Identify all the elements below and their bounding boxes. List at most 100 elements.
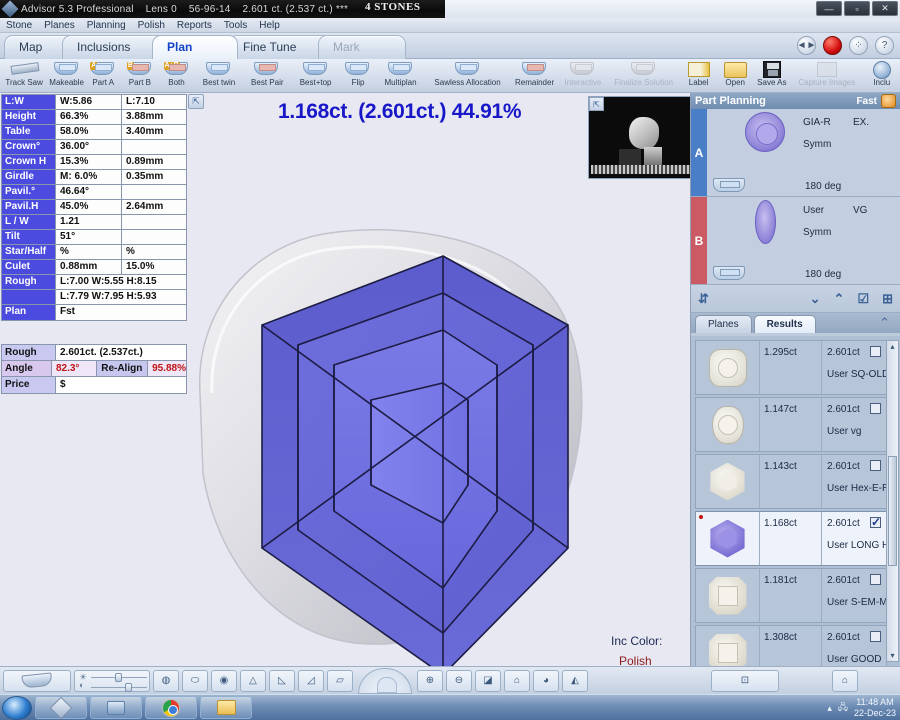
result-checkbox[interactable]	[870, 460, 881, 471]
menu-planes[interactable]: Planes	[44, 20, 75, 31]
no-entry-icon[interactable]	[881, 94, 896, 108]
toolbar-part-b[interactable]: B Part B	[122, 59, 159, 93]
sort-az-icon[interactable]: ⇵	[698, 291, 709, 307]
arrange-icon[interactable]: ⊞	[882, 291, 893, 307]
tab-results[interactable]: Results	[753, 315, 816, 333]
menu-planning[interactable]: Planning	[87, 20, 126, 31]
list-item[interactable]: 1.143ct 2.601ct User Hex-E-RF	[695, 454, 895, 509]
tab-fine-tune[interactable]: Fine Tune	[228, 35, 332, 59]
toolbar-best-pair[interactable]: Best Pair	[243, 59, 291, 93]
tab-mark[interactable]: Mark	[318, 35, 406, 59]
start-orb-icon[interactable]	[2, 695, 32, 720]
highlight-button[interactable]: ◭	[562, 669, 588, 692]
summary-row-rough[interactable]: Rough 2.601ct. (2.537ct.)	[2, 345, 186, 361]
color-button[interactable]: ◕	[533, 669, 559, 692]
view-gem-button[interactable]	[3, 669, 71, 692]
result-checkbox[interactable]	[870, 574, 881, 585]
home-button[interactable]: ⌂	[832, 669, 858, 692]
result-checkbox[interactable]	[870, 403, 881, 414]
zoom-out-button[interactable]: ⊖	[446, 669, 472, 692]
table-row[interactable]: Tilt 51°	[2, 230, 186, 245]
toolbar-interactive[interactable]: Interactive	[559, 59, 607, 93]
help-icon[interactable]: ?	[875, 36, 894, 55]
pavilion-button[interactable]: ◿	[298, 669, 324, 692]
list-item[interactable]: 1.181ct 2.601ct User S-EM-MU	[695, 568, 895, 623]
menu-reports[interactable]: Reports	[177, 20, 212, 31]
close-button[interactable]: ✕	[872, 1, 898, 16]
minimize-button[interactable]: —	[816, 1, 842, 16]
maximize-button[interactable]: ▫	[844, 1, 870, 16]
table-row[interactable]: Pavil.H 45.0% 2.64mm	[2, 200, 186, 215]
results-scrollbar[interactable]: ▴ ▾	[886, 340, 899, 662]
menu-help[interactable]: Help	[259, 20, 280, 31]
toolbar-multiplan[interactable]: Multiplan	[376, 59, 424, 93]
table-row[interactable]: Crown° 36.00°	[2, 140, 186, 155]
tab-planes[interactable]: Planes	[695, 315, 752, 333]
taskbar-item-printer[interactable]	[90, 696, 142, 719]
table-row[interactable]: Pavil.° 46.64°	[2, 185, 186, 200]
toolbar-open[interactable]: Open	[717, 59, 754, 93]
taskbar-item-explorer[interactable]	[200, 696, 252, 719]
toolbar-finalize-solution[interactable]: Finalize Solution	[607, 59, 680, 93]
zoom-in-button[interactable]: ⊕	[417, 669, 443, 692]
table-row-rough[interactable]: Rough L:7.00 W:5.55 H:8.15	[2, 275, 186, 290]
tab-inclusions[interactable]: Inclusions	[62, 35, 166, 59]
tab-plan[interactable]: Plan	[152, 35, 238, 59]
record-icon[interactable]	[823, 36, 842, 55]
table-row[interactable]: Table 58.0% 3.40mm	[2, 125, 186, 140]
chevron-up-icon[interactable]: ⌃	[834, 291, 845, 307]
table-row[interactable]: Height 66.3% 3.88mm	[2, 110, 186, 125]
result-checkbox[interactable]	[870, 346, 881, 357]
list-item[interactable]: 1.295ct 2.601ct User SQ-OLD	[695, 340, 889, 395]
results-list[interactable]: 1.295ct 2.601ct User SQ-OLD 1.147ct 2.60…	[691, 336, 900, 680]
realign-button[interactable]: Re-Align	[96, 361, 149, 376]
shade-button[interactable]: ◪	[475, 669, 501, 692]
taskbar-item-chrome[interactable]	[145, 696, 197, 719]
nav-dial[interactable]	[358, 667, 412, 694]
table-row[interactable]: Culet 0.88mm 15.0%	[2, 260, 186, 275]
crown-button[interactable]: ◺	[269, 669, 295, 692]
toolbar-track-saw[interactable]: Track Saw	[0, 59, 48, 93]
measure-button[interactable]: ⊡	[711, 669, 779, 692]
toolbar-best-top[interactable]: Best+top	[291, 59, 339, 93]
toolbar-flip[interactable]: Flip	[340, 59, 377, 93]
chevron-down-icon[interactable]: ⌄	[810, 291, 821, 307]
part-planning-slot-b[interactable]: B User VG Symm 180 deg	[691, 197, 900, 285]
scroll-down-icon[interactable]: ▾	[888, 651, 897, 660]
toolbar-part-a[interactable]: A Part A	[85, 59, 122, 93]
camera-preview[interactable]: ⇱	[588, 96, 692, 179]
table-row[interactable]: L / W 1.21	[2, 215, 186, 230]
toolbar-save-as[interactable]: Save As	[754, 59, 791, 93]
menu-polish[interactable]: Polish	[138, 20, 165, 31]
toolbar-makeable[interactable]: Makeable	[48, 59, 85, 93]
menu-stone[interactable]: Stone	[6, 20, 32, 31]
table-row-plan[interactable]: Plan Fst	[2, 305, 186, 320]
gauge-button[interactable]: ◍	[153, 669, 179, 692]
tray-expand-icon[interactable]: ▴	[827, 703, 832, 714]
ellipse-button[interactable]: ⬭	[182, 669, 208, 692]
check-list-icon[interactable]: ☑	[857, 291, 869, 307]
nav-arrows-icon[interactable]: ◄►	[797, 36, 816, 55]
result-checkbox[interactable]	[870, 631, 881, 642]
facet-button[interactable]: △	[240, 669, 266, 692]
table-expand-icon[interactable]: ⇱	[188, 94, 204, 109]
grid-view-icon[interactable]: ⁘	[849, 36, 868, 55]
table-row[interactable]: Girdle M: 6.0% 0.35mm	[2, 170, 186, 185]
toolbar-best-twin[interactable]: Best twin	[195, 59, 243, 93]
table-row[interactable]: Crown H 15.3% 0.89mm	[2, 155, 186, 170]
taskbar-item-advisor[interactable]	[35, 696, 87, 719]
network-icon[interactable]: 🖧	[838, 700, 848, 716]
list-item[interactable]: 1.147ct 2.601ct User vg	[695, 397, 887, 452]
scroll-up-icon[interactable]: ▴	[888, 342, 897, 351]
ruler-button[interactable]: ▱	[327, 669, 353, 692]
clock[interactable]: 11:48 AM 22-Dec-23	[854, 697, 896, 719]
result-checkbox[interactable]	[870, 515, 881, 529]
table-row[interactable]: L:W W:5.86 L:7.10	[2, 95, 186, 110]
collapse-panel-icon[interactable]: ⌃	[879, 315, 890, 331]
table-row-rough-2[interactable]: L:7.79 W:7.95 H:5.93	[2, 290, 186, 305]
scrollbar-thumb[interactable]	[888, 456, 897, 566]
toolbar-sawless-allocation[interactable]: Sawless Allocation	[425, 59, 511, 93]
toolbar-inclusions[interactable]: Inclu	[863, 59, 900, 93]
menu-tools[interactable]: Tools	[224, 20, 247, 31]
toolbar-capture-images[interactable]: Capture Images	[790, 59, 863, 93]
